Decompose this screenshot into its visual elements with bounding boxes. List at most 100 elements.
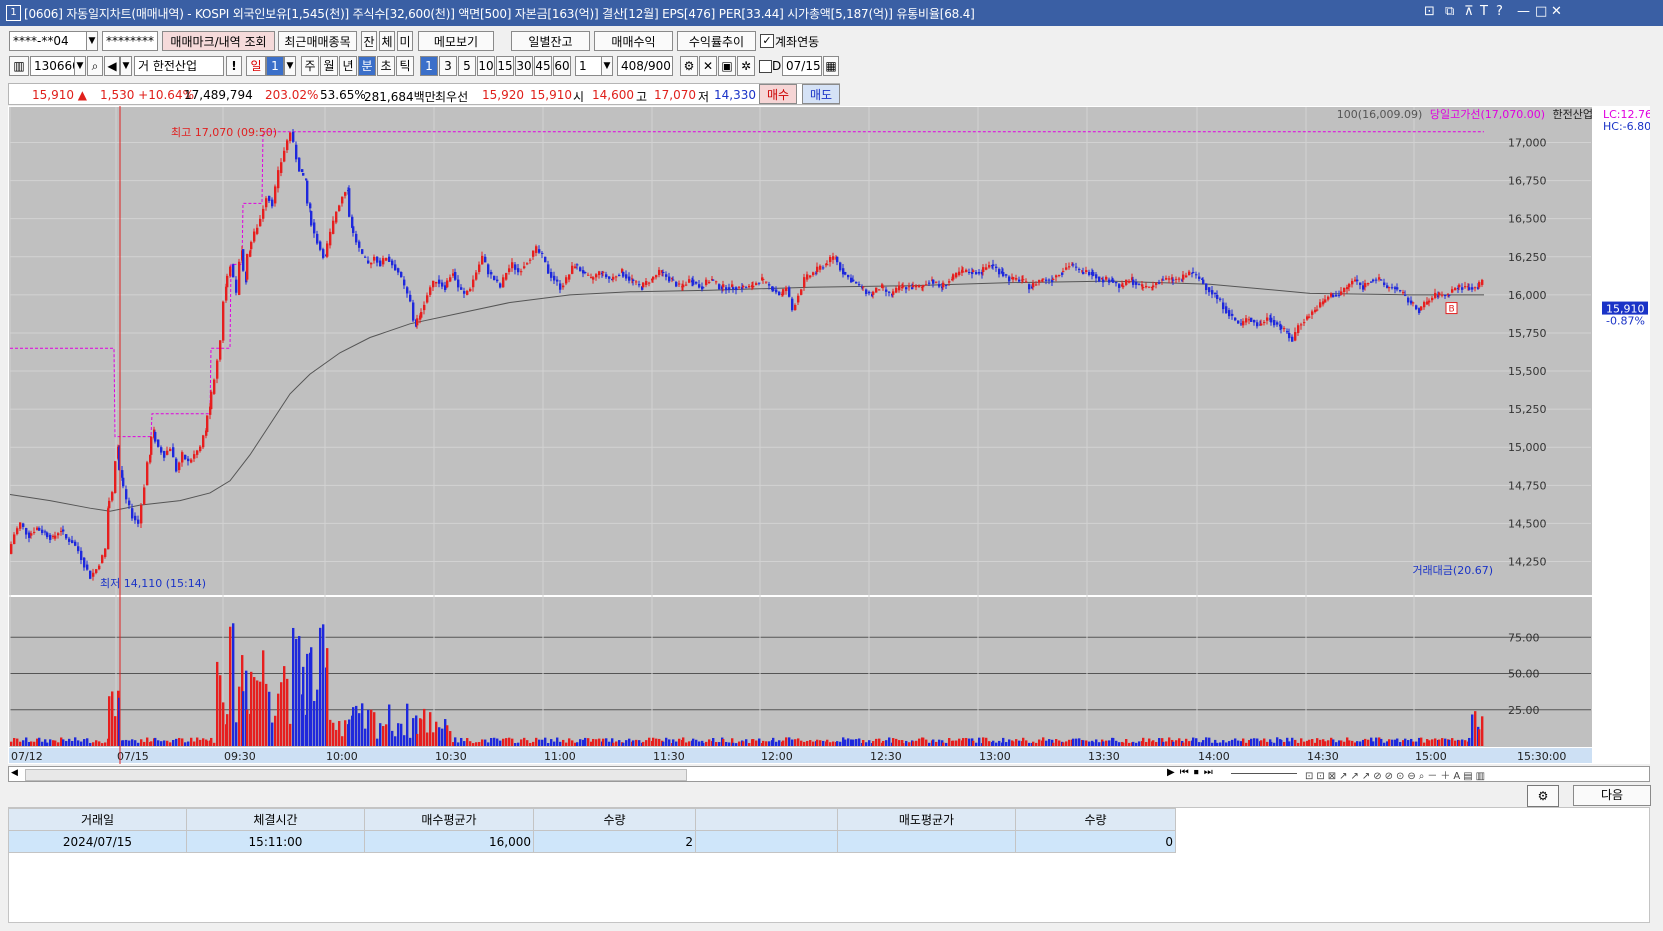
sell-button[interactable]: 매도 [802, 84, 840, 104]
volume-bar [892, 738, 895, 746]
volume-bar [945, 742, 948, 746]
minute-15-button[interactable]: 15 [496, 56, 514, 76]
period-minute-button[interactable]: 분 [358, 56, 376, 76]
volume-bar [1219, 742, 1222, 746]
account-link-checkbox[interactable]: ✓ [760, 34, 774, 48]
minute-60-button[interactable]: 60 [553, 56, 571, 76]
trade-mark-button[interactable]: 매매마크/내역 조회 [162, 31, 275, 51]
candle-body [41, 529, 44, 534]
candle-body [89, 570, 92, 579]
period-second-button[interactable]: 초 [377, 56, 395, 76]
memo-button[interactable]: 메모보기 [418, 31, 494, 51]
zoom-slider[interactable] [1231, 773, 1297, 774]
minute-3-button[interactable]: 3 [439, 56, 457, 76]
alert-button[interactable]: ! [226, 56, 242, 76]
candle-body [1402, 292, 1405, 294]
speaker-icon[interactable]: ◀ [104, 56, 120, 76]
volume-bar [1367, 739, 1370, 746]
volume-bar [1441, 738, 1444, 746]
filled-button[interactable]: 체 [379, 31, 395, 51]
settings-icon[interactable]: ✲ [737, 56, 755, 76]
help-icon[interactable]: ? [1496, 4, 1503, 19]
new-window-icon[interactable]: ⧉ [1445, 4, 1454, 19]
gear-icon[interactable]: ⚙ [1527, 785, 1559, 807]
next-button[interactable]: 다음 [1573, 785, 1651, 806]
recent-trades-button[interactable]: 최근매매종목 [278, 31, 357, 51]
volume-bar [765, 741, 768, 746]
chevron-down-icon[interactable]: ▼ [86, 31, 98, 51]
day-num-dropdown-icon[interactable]: ▼ [284, 56, 296, 76]
minute-10-button[interactable]: 10 [477, 56, 495, 76]
buy-marker[interactable]: B [1445, 302, 1458, 315]
scroll-left-icon[interactable]: ◀ [11, 768, 18, 778]
volume-bar [265, 683, 268, 746]
volume-bar [388, 704, 391, 746]
window-number-icon[interactable]: 1 [6, 5, 21, 21]
scroll-thumb[interactable] [25, 769, 687, 781]
minute-30-button[interactable]: 30 [515, 56, 533, 76]
candle-body [256, 227, 259, 234]
buy-button[interactable]: 매수 [759, 84, 797, 104]
drawing-tool-icons[interactable]: ⊡⊡⊠↗↗↗⊘⊘⊙⊖⌕－＋A▤▥ [1305, 767, 1488, 782]
candle-body [322, 249, 325, 258]
volume-bar [1222, 740, 1225, 746]
code-menu-icon[interactable]: ▥ [9, 56, 29, 76]
indicator-icon[interactable]: ⚙ [680, 56, 698, 76]
minute-5-button[interactable]: 5 [458, 56, 476, 76]
code-dropdown-icon[interactable]: ▼ [74, 56, 86, 76]
price-chart[interactable]: 17,000 16,750 16,500 16,250 16,000 15,750 15,5… [8, 106, 1650, 764]
table-row[interactable]: 2024/07/15 15:11:00 16,000 2 0 [8, 830, 1176, 853]
trade-profit-button[interactable]: 매매수익 [594, 31, 673, 51]
chart-scrollbar[interactable]: ◀ ▶⏮⏹⏭ ⊡⊡⊠↗↗↗⊘⊘⊙⊖⌕－＋A▤▥ [8, 766, 1650, 782]
time-tick-label: 12:00 [761, 750, 793, 763]
period-day-button[interactable]: 일 [246, 56, 266, 76]
period-day-num[interactable]: 1 [266, 56, 284, 76]
candle-body [1172, 279, 1175, 281]
time-tick-label: 12:30 [870, 750, 902, 763]
volume-bar [95, 740, 98, 746]
screen-capture-icon[interactable]: ⊡ [1424, 4, 1435, 19]
cell-buy-qty: 2 [533, 830, 696, 853]
volume-bar [541, 739, 544, 746]
volume-bar [1266, 741, 1269, 746]
interval-dropdown-icon[interactable]: ▼ [601, 56, 613, 76]
period-tick-button[interactable]: 틱 [396, 56, 414, 76]
yield-trend-button[interactable]: 수익률추이 [677, 31, 756, 51]
speaker-dropdown-icon[interactable]: ▼ [120, 56, 132, 76]
minute-45-button[interactable]: 45 [534, 56, 552, 76]
time-tick-label: 14:00 [1198, 750, 1230, 763]
stock-name-field[interactable]: 거 한전산업 [134, 56, 224, 76]
account-select[interactable]: ****-**04 [9, 31, 98, 51]
period-year-button[interactable]: 년 [339, 56, 357, 76]
unfilled-button[interactable]: 미 [397, 31, 413, 51]
save-icon[interactable]: ▣ [718, 56, 736, 76]
pin-icon[interactable]: ⊼ [1464, 4, 1474, 19]
volume-bar [502, 738, 505, 746]
maximize-icon[interactable]: □ [1535, 4, 1547, 19]
date-input[interactable]: 07/15 [782, 56, 822, 76]
volume-bar [210, 737, 213, 746]
minimize-icon[interactable]: — [1517, 4, 1530, 19]
daily-balance-button[interactable]: 일별잔고 [511, 31, 590, 51]
date-checkbox[interactable] [759, 60, 772, 73]
volume-bar [1372, 741, 1375, 746]
candle-body [1195, 274, 1198, 276]
font-icon[interactable]: T [1480, 4, 1488, 19]
password-field[interactable]: ******** [102, 31, 158, 51]
close-icon[interactable]: ✕ [1551, 4, 1562, 19]
playback-icons[interactable]: ▶⏮⏹⏭ [1167, 767, 1218, 778]
search-icon[interactable]: ⌕ [87, 56, 103, 76]
volume-bar [602, 738, 605, 746]
volume-bar [712, 737, 715, 746]
price-tick-label: 17,000 [1508, 136, 1547, 149]
period-month-button[interactable]: 월 [320, 56, 338, 76]
calendar-icon[interactable]: ▦ [823, 56, 839, 76]
period-week-button[interactable]: 주 [301, 56, 319, 76]
volume-bar [202, 738, 205, 746]
crosshair-icon[interactable]: ✕ [699, 56, 717, 76]
volume-bar [196, 737, 199, 746]
best-bid: 15,910 [530, 88, 572, 102]
minute-1-button[interactable]: 1 [420, 56, 438, 76]
data-count-field[interactable]: 408/900 [617, 56, 673, 76]
balance-button[interactable]: 잔 [361, 31, 377, 51]
